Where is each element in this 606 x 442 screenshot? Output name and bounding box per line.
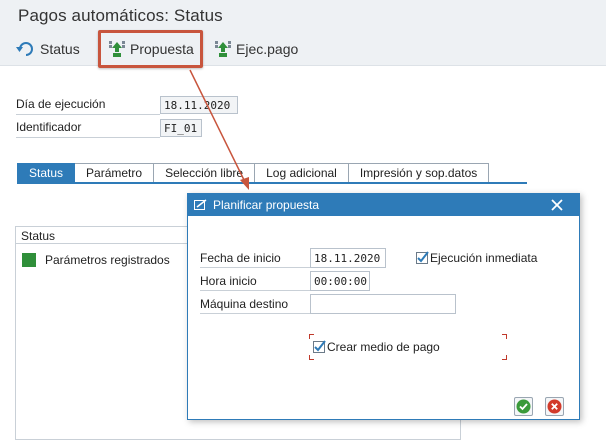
confirm-check-icon [516,399,531,414]
dialog-title: Planificar propuesta [213,198,320,212]
status-item-label: Parámetros registrados [45,253,170,267]
checkmark-icon [417,251,429,263]
maquina-destino-label: Máquina destino [200,297,289,311]
checkbox-box[interactable] [313,340,326,353]
tab-log-adicional[interactable]: Log adicional [255,163,349,183]
cancel-button[interactable] [545,397,564,416]
field-underline [200,267,310,268]
ejec-pago-button[interactable]: Ejec.pago [214,38,298,60]
crear-medio-pago-label: Crear medio de pago [327,340,440,354]
crear-medio-pago-checkbox[interactable]: Crear medio de pago [313,340,440,354]
dia-ejecucion-label: Día de ejecución [16,97,106,111]
tab-strip-line [17,182,527,184]
tab-strip: Status Parámetro Selección libre Log adi… [17,163,490,183]
payment-run-icon [215,41,231,57]
field-underline [16,137,160,138]
field-underline [200,313,310,314]
status-button-label: Status [40,41,80,57]
edit-window-icon [194,199,207,210]
title-bar: Pagos automáticos: Status [0,0,606,34]
tab-status[interactable]: Status [17,163,76,183]
field-underline [16,114,160,115]
tab-seleccion-libre[interactable]: Selección libre [154,163,256,183]
refresh-icon [16,42,33,56]
status-button[interactable]: Status [16,38,80,60]
hora-inicio-input[interactable]: 00:00:00 [310,271,370,291]
identificador-field[interactable]: FI_01 [160,119,202,137]
maquina-destino-input[interactable] [310,294,456,314]
field-underline [200,290,310,291]
ejecucion-inmediata-label: Ejecución inmediata [430,251,538,265]
dia-ejecucion-field[interactable]: 18.11.2020 [160,96,238,114]
confirm-button[interactable] [514,397,533,416]
status-item: Parámetros registrados [22,253,170,267]
status-green-icon [22,253,36,267]
checkbox-box[interactable] [416,251,429,264]
identificador-label: Identificador [16,120,82,134]
dialog-title-bar: Planificar propuesta [188,194,579,216]
tab-impresion[interactable]: Impresión y sop.datos [348,163,490,183]
ejecucion-inmediata-checkbox[interactable]: Ejecución inmediata [416,251,537,265]
tab-parametro[interactable]: Parámetro [75,163,155,183]
page-title: Pagos automáticos: Status [18,6,223,25]
fecha-inicio-label: Fecha de inicio [200,251,281,265]
fecha-inicio-input[interactable]: 18.11.2020 [310,248,386,268]
planificar-propuesta-dialog: Planificar propuesta Fecha de inicio 18.… [187,193,580,420]
hora-inicio-label: Hora inicio [200,274,257,288]
cancel-x-icon [547,399,562,414]
toolbar: Status Propuesta Ejec.pago [0,34,606,66]
checkmark-icon [314,340,326,352]
ejec-pago-button-label: Ejec.pago [236,41,299,57]
highlight-box [98,30,203,68]
close-icon[interactable] [549,197,565,213]
